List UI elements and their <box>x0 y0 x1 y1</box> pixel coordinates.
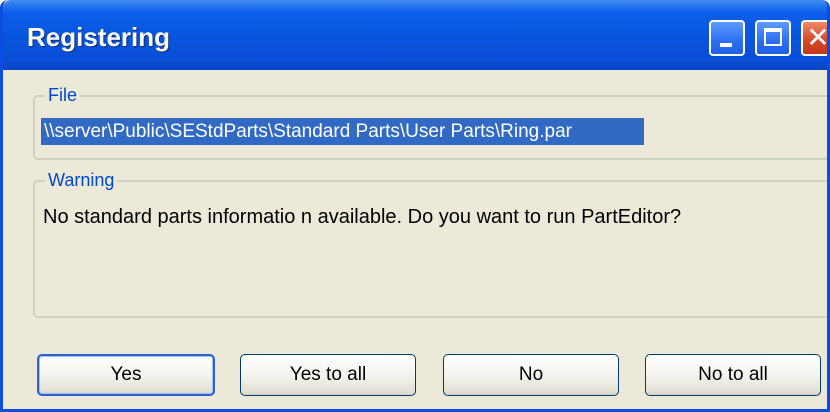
no-button[interactable]: No <box>443 354 619 396</box>
registering-dialog: Registering ✕ File \\server\Public\SEStd… <box>0 0 830 412</box>
window-title: Registering <box>27 22 171 52</box>
file-group: File \\server\Public\SEStdParts\Standard… <box>33 84 827 160</box>
file-group-label: File <box>45 84 81 106</box>
minimize-button[interactable] <box>709 20 745 56</box>
warning-group-label: Warning <box>45 169 118 191</box>
close-button[interactable]: ✕ <box>801 20 830 56</box>
maximize-button[interactable] <box>755 20 791 56</box>
maximize-icon <box>764 28 782 46</box>
close-icon: ✕ <box>806 22 830 53</box>
file-path-field[interactable]: \\server\Public\SEStdParts\Standard Part… <box>41 118 644 145</box>
warning-group: Warning No standard parts informatio n a… <box>33 169 827 318</box>
title-bar[interactable]: Registering ✕ <box>3 0 830 70</box>
yes-to-all-button[interactable]: Yes to all <box>240 354 416 396</box>
warning-message: No standard parts informatio n available… <box>43 206 682 228</box>
yes-button[interactable]: Yes <box>37 354 215 396</box>
no-to-all-button[interactable]: No to all <box>645 354 821 396</box>
minimize-icon <box>720 43 732 47</box>
